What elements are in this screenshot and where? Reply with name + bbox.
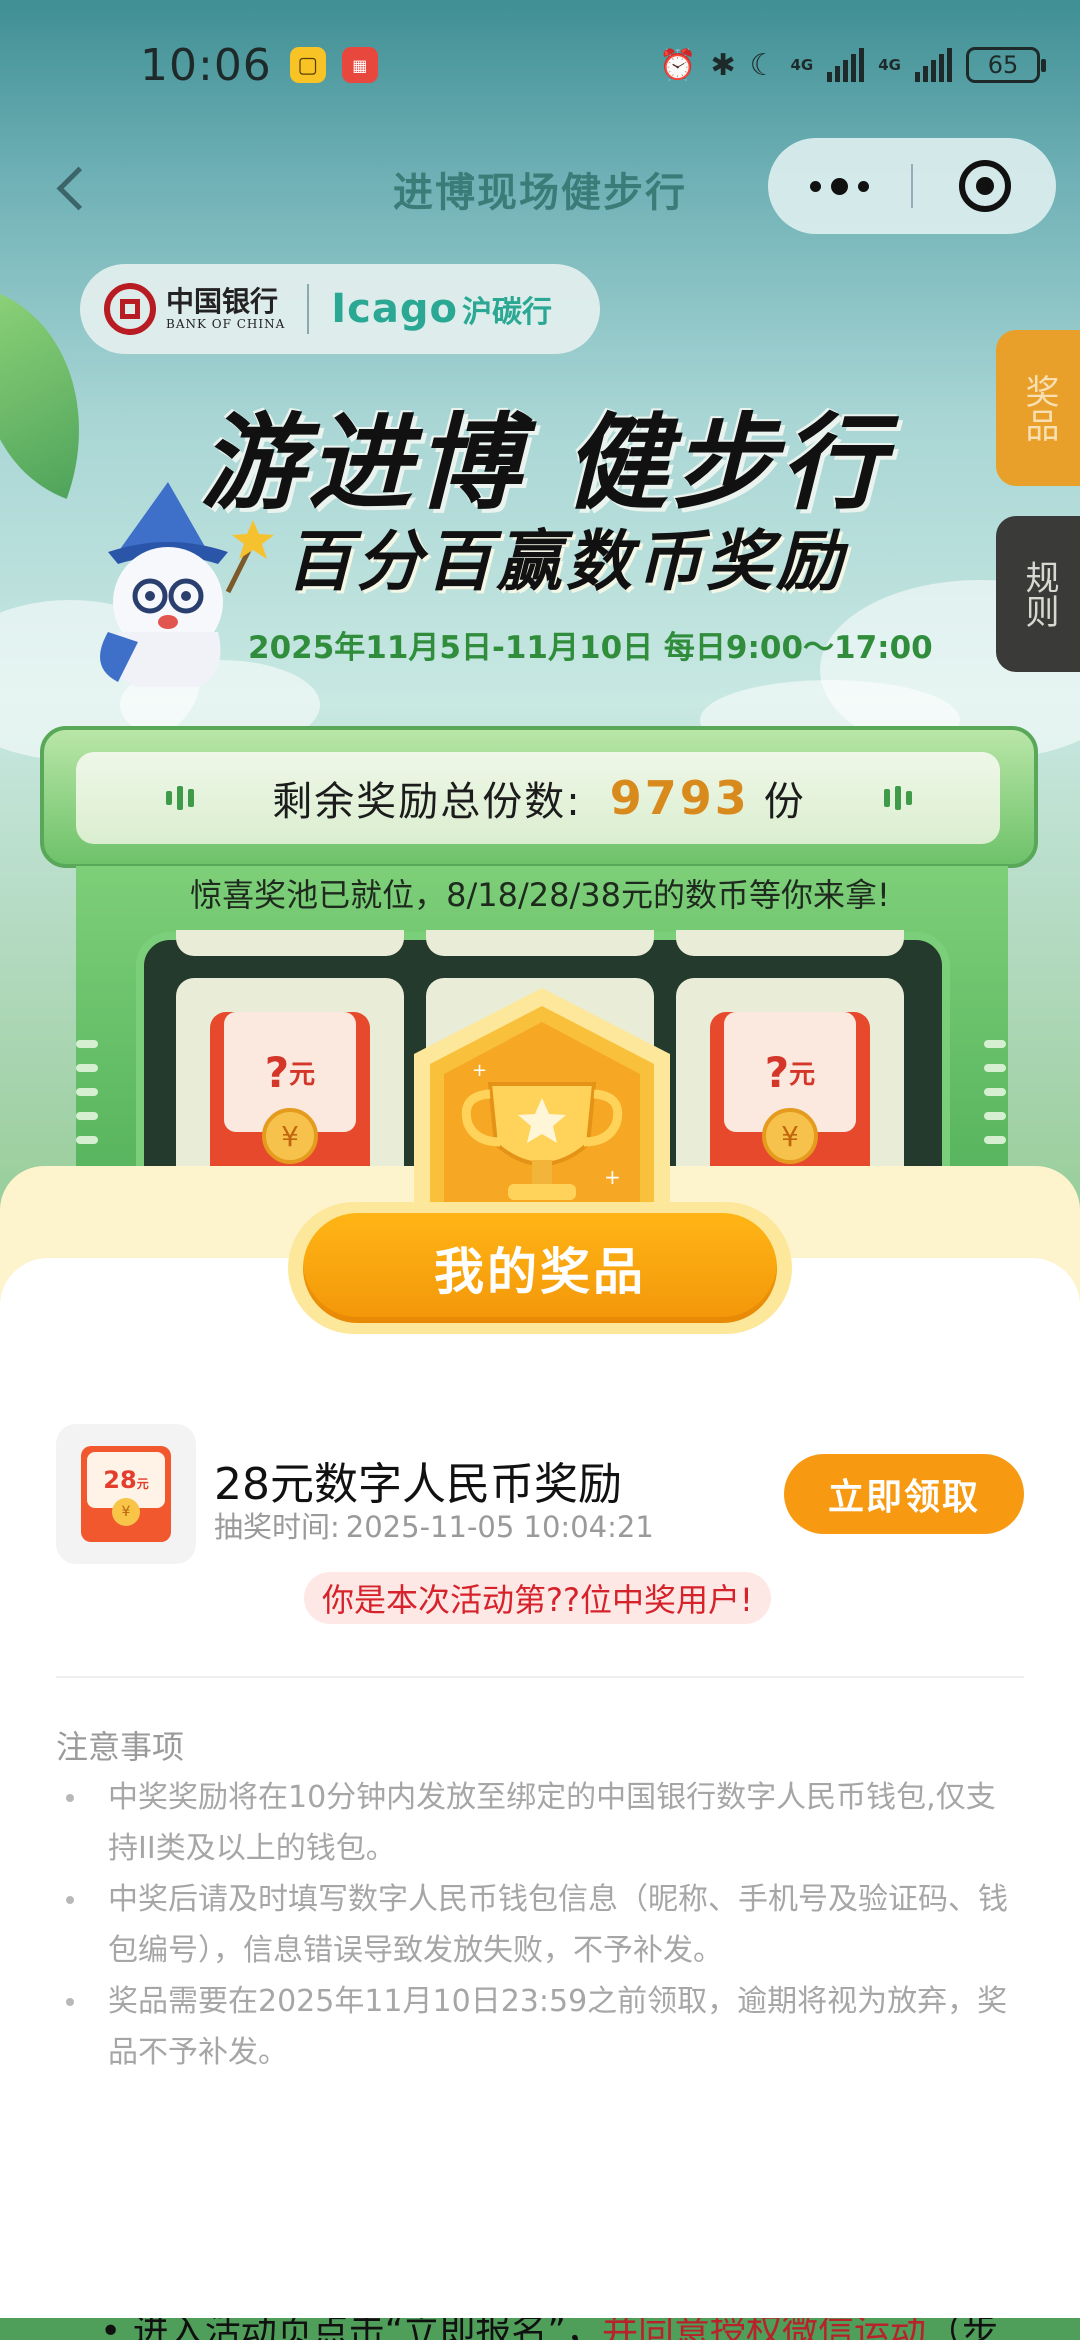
winner-rank-badge: 你是本次活动第??位中奖用户!: [304, 1572, 771, 1624]
svg-text:+: +: [472, 1060, 487, 1081]
sheet-title-badge: 我的奖品: [288, 1202, 792, 1334]
remaining-count: 9793: [609, 771, 750, 825]
remaining-unit: 份: [763, 779, 804, 825]
bottom-peek-text: • 进入活动页点击“立即报名”，并同意授权微信运动（步: [100, 2318, 998, 2340]
slot-top: [176, 930, 404, 956]
prize-thumbnail: 28 元 ¥: [56, 1424, 196, 1564]
prize-name: 28元数字人民币奖励: [214, 1459, 622, 1510]
slot-unit: 元: [789, 1059, 816, 1090]
icago-logo: Icago: [331, 286, 458, 332]
moon-icon: ☾: [749, 47, 777, 83]
notes-title: 注意事项: [56, 1728, 185, 1766]
remaining-label: 剩余奖励总份数:: [272, 779, 582, 825]
remaining-panel: 剩余奖励总份数: 9793 份: [76, 752, 1000, 844]
bottom-peek-lead: 进入活动页点击“立即报名”，: [132, 2318, 602, 2340]
signal-icon-2: [915, 48, 952, 82]
coin-icon: ¥: [262, 1108, 318, 1164]
slot-top: [676, 930, 904, 956]
status-time: 10:06: [140, 39, 272, 91]
side-tab-rules[interactable]: 规则: [996, 516, 1080, 672]
battery-icon: 65: [966, 47, 1046, 83]
hero-title: 游进博 健步行: [200, 402, 889, 524]
side-tab-prize[interactable]: 奖品: [996, 330, 1080, 486]
note-item: 奖品需要在2025年11月10日23:59之前领取，逾期将视为放弃，奖品不予补发…: [56, 1976, 1024, 2078]
status-icons: ⏰ ✱ ☾ 4G 4G 65: [659, 47, 1046, 83]
status-bar: 10:06 ▢ ▦ ⏰ ✱ ☾ 4G 4G 65: [0, 0, 1080, 130]
left-bars-icon: [166, 786, 194, 810]
mini-program-capsule: [768, 138, 1056, 234]
thumb-amount: 28: [103, 1466, 137, 1494]
boc-name: 中国银行 BANK OF CHINA: [166, 284, 286, 332]
slot-top: [426, 930, 654, 956]
slot-amount: ?: [264, 1047, 290, 1097]
note-item: 中奖后请及时填写数字人民币钱包信息（昵称、手机号及验证码、钱包编号），信息错误导…: [56, 1874, 1024, 1976]
boc-name-cn: 中国银行: [166, 284, 279, 318]
notes-list: 中奖奖励将在10分钟内发放至绑定的中国银行数字人民币钱包,仅支持II类及以上的钱…: [56, 1772, 1024, 2078]
pool-note: 惊喜奖池已就位，8/18/28/38元的数币等你来拿!: [190, 876, 890, 914]
coin-icon: ¥: [762, 1108, 818, 1164]
trophy-icon: + +: [414, 988, 670, 1232]
bottom-peek-link[interactable]: 并同意授权微信运动: [602, 2318, 926, 2340]
alarm-icon: ⏰: [659, 47, 697, 83]
network-label-1: 4G: [790, 55, 814, 74]
close-target-icon[interactable]: [913, 138, 1056, 234]
nav-bar: 进博现场健步行: [0, 138, 1080, 238]
hero-subtitle: 百分百赢数币奖励: [286, 523, 846, 600]
bluetooth-icon: ✱: [710, 47, 736, 83]
red-packet-icon: 28 元 ¥: [81, 1446, 171, 1542]
divider: [56, 1676, 1024, 1678]
boc-name-en: BANK OF CHINA: [166, 317, 286, 332]
more-dots-icon[interactable]: [768, 138, 911, 234]
app-notification-icon: ▢: [289, 47, 326, 83]
note-item: 中奖奖励将在10分钟内发放至绑定的中国银行数字人民币钱包,仅支持II类及以上的钱…: [56, 1772, 1024, 1874]
slot-amount: ?: [764, 1047, 790, 1097]
machine-rail-left: [76, 1040, 98, 1144]
thumb-unit: 元: [136, 1476, 149, 1491]
app-notification-icon-2: ▦: [341, 47, 378, 83]
boc-logo-icon: [104, 283, 156, 335]
sponsor-logos: 中国银行 BANK OF CHINA Icago 沪碳行: [80, 264, 600, 354]
icago-name-cn: 沪碳行: [462, 295, 552, 330]
side-tab-rules-label: 规则: [1018, 560, 1059, 628]
claim-button[interactable]: 立即领取: [784, 1454, 1024, 1534]
sheet-title: 我的奖品: [303, 1213, 777, 1323]
prize-time-value: 2025-11-05 10:04:21: [345, 1510, 654, 1544]
sponsor-divider: [307, 284, 310, 334]
prize-row: 28 元 ¥ 28元数字人民币奖励 抽奖时间: 2025-11-05 10:04:2…: [56, 1424, 1024, 1564]
hero-date: 2025年11月5日-11月10日 每日9:00～17:00: [248, 630, 933, 666]
coin-icon: ¥: [112, 1498, 140, 1526]
slot-unit: 元: [289, 1059, 316, 1090]
right-bars-icon: [884, 786, 912, 810]
machine-rail-right: [984, 1040, 1006, 1144]
side-tab-prize-label: 奖品: [1018, 374, 1059, 442]
network-label-2: 4G: [878, 55, 901, 74]
prize-time-label: 抽奖时间:: [214, 1510, 340, 1544]
battery-level: 65: [987, 51, 1019, 79]
bottom-peek-tail: （步: [926, 2318, 999, 2340]
bottom-peek-content: • 进入活动页点击“立即报名”，并同意授权微信运动（步: [0, 2318, 1080, 2340]
signal-icon: [827, 48, 865, 82]
prize-time: 抽奖时间: 2025-11-05 10:04:21: [214, 1504, 654, 1546]
svg-text:+: +: [604, 1165, 621, 1189]
